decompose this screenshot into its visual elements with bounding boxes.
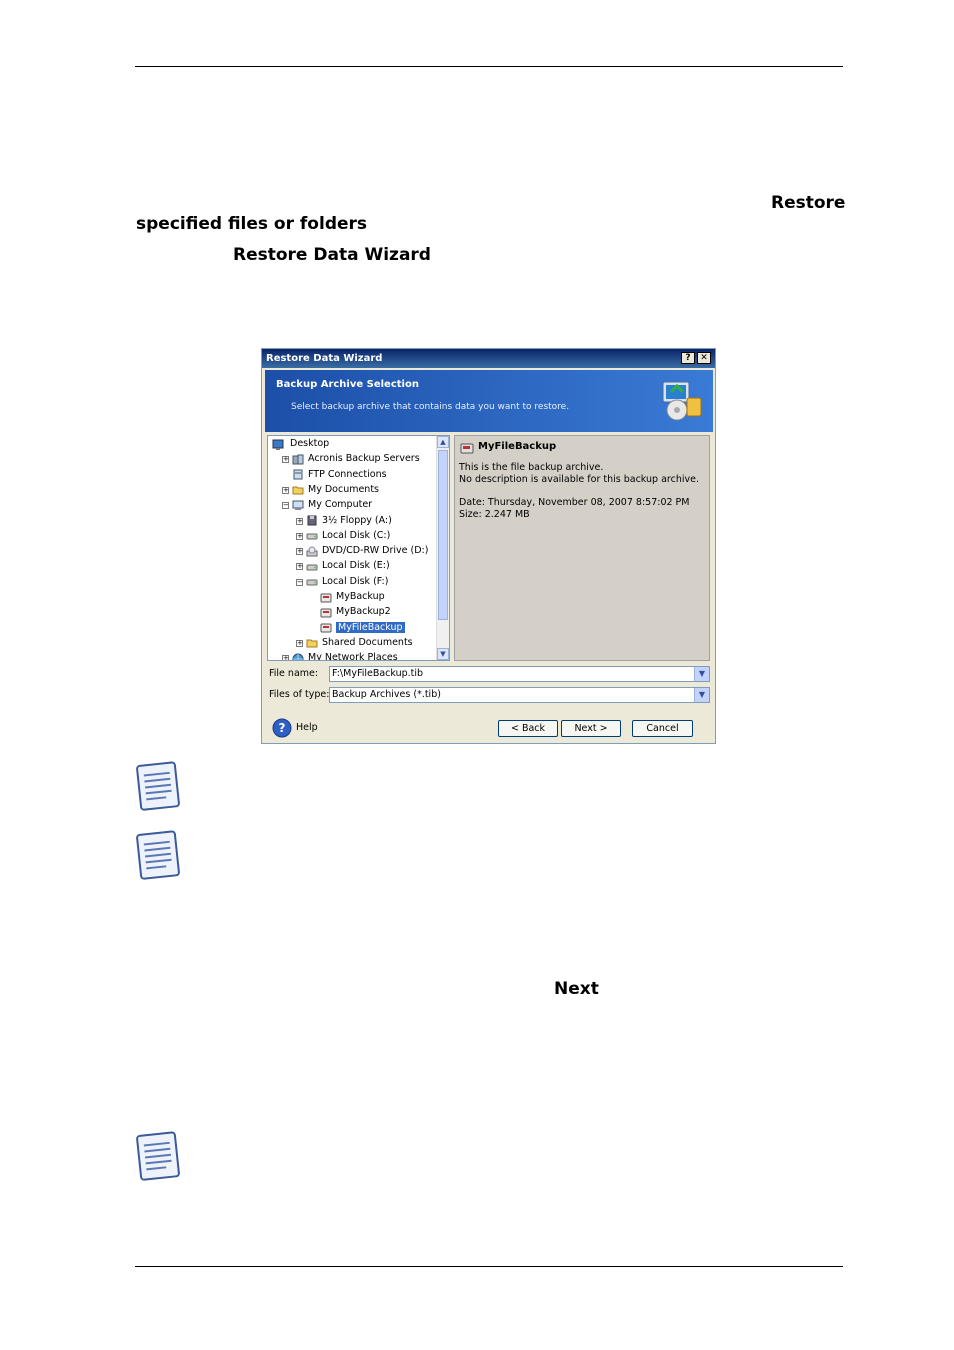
tree-expander-icon[interactable]: + bbox=[296, 563, 303, 571]
wizard-computer-icon bbox=[662, 381, 702, 421]
tree-item-label: My Computer bbox=[308, 499, 373, 511]
tree-item-label: Acronis Backup Servers bbox=[308, 453, 420, 465]
tree-item[interactable]: MyBackup bbox=[336, 590, 385, 604]
note-icon bbox=[136, 830, 180, 880]
folder-icon bbox=[306, 639, 318, 648]
file-name-dropdown-icon[interactable]: ▼ bbox=[694, 667, 709, 681]
tree-item[interactable]: Acronis Backup Servers bbox=[308, 452, 420, 466]
archive-icon bbox=[320, 623, 332, 633]
tree-item-label: FTP Connections bbox=[308, 468, 387, 480]
disk-icon bbox=[306, 579, 318, 586]
archive-desc-line2: No description is available for this bac… bbox=[459, 474, 699, 485]
help-icon: ? bbox=[272, 718, 292, 738]
tree-item-label: MyBackup bbox=[336, 591, 385, 602]
tree-item[interactable]: Local Disk (C:) bbox=[322, 529, 390, 543]
cancel-button[interactable]: Cancel bbox=[632, 720, 693, 737]
tree-scrollbar[interactable]: ▲ ▼ bbox=[436, 436, 449, 660]
tree-item-label: MyBackup2 bbox=[336, 606, 391, 618]
tree-item[interactable]: Local Disk (F:) bbox=[322, 575, 388, 589]
tree-item-label: Local Disk (E:) bbox=[322, 560, 390, 572]
scroll-up-icon[interactable]: ▲ bbox=[437, 436, 449, 448]
help-title-button[interactable]: ? bbox=[681, 352, 695, 364]
tree-expander-icon[interactable]: + bbox=[282, 486, 289, 494]
tree-expander-icon[interactable]: + bbox=[296, 639, 303, 647]
tree-item[interactable]: My Documents bbox=[308, 483, 379, 497]
restore-data-wizard-dialog: Restore Data Wizard ? ✕ Backup Archive S… bbox=[261, 348, 716, 744]
header-subtitle: Select backup archive that contains data… bbox=[291, 402, 570, 412]
bottom-rule bbox=[135, 1266, 843, 1267]
tree-expander-icon[interactable]: + bbox=[282, 655, 289, 660]
top-rule bbox=[135, 66, 843, 67]
folder-tree[interactable]: ▲ ▼ Desktop + Acronis Backup Servers FTP Co… bbox=[267, 435, 450, 661]
scroll-thumb[interactable] bbox=[438, 450, 448, 620]
file-name-field[interactable]: F:\MyFileBackup.tib ▼ bbox=[329, 666, 710, 682]
tree-item[interactable]: 3½ Floppy (A:) bbox=[322, 514, 392, 528]
header-title: Backup Archive Selection bbox=[276, 379, 419, 390]
tree-item[interactable]: DVD/CD-RW Drive (D:) bbox=[322, 544, 428, 558]
tree-item-label: MyFileBackup bbox=[336, 621, 405, 633]
tree-item[interactable]: My Computer bbox=[308, 498, 372, 512]
tree-expander-icon[interactable]: + bbox=[296, 517, 303, 525]
floppy-icon bbox=[307, 515, 317, 526]
archive-icon bbox=[460, 443, 474, 454]
tree-expander-icon[interactable]: + bbox=[296, 548, 303, 556]
note-icon bbox=[136, 1131, 180, 1181]
disk-icon bbox=[306, 533, 318, 540]
tree-expander-icon[interactable]: + bbox=[296, 532, 303, 540]
ftp-icon bbox=[293, 469, 303, 480]
tree-item[interactable]: MyFileBackup bbox=[336, 621, 405, 635]
wizard-header: Backup Archive Selection Select backup a… bbox=[265, 370, 713, 432]
disk-icon bbox=[306, 564, 318, 571]
archive-icon bbox=[320, 593, 332, 602]
archive-date: Date: Thursday, November 08, 2007 8:57:0… bbox=[459, 497, 690, 508]
file-name-value: F:\MyFileBackup.tib bbox=[332, 668, 424, 679]
text-restore: Restore bbox=[771, 193, 846, 213]
svg-text:?: ? bbox=[279, 721, 286, 735]
tree-item-label: My Documents bbox=[308, 483, 380, 495]
file-type-select[interactable]: Backup Archives (*.tib) ▼ bbox=[329, 687, 710, 703]
tree-item[interactable]: Local Disk (E:) bbox=[322, 559, 390, 573]
file-type-dropdown-icon[interactable]: ▼ bbox=[694, 688, 709, 702]
tree-expander-icon[interactable]: − bbox=[282, 502, 289, 510]
tree-item-label: My Network Places bbox=[308, 652, 398, 661]
help-label: Help bbox=[296, 722, 318, 733]
servers-icon bbox=[292, 454, 304, 465]
next-button[interactable]: Next > bbox=[561, 720, 621, 737]
file-type-label: Files of type: bbox=[269, 689, 330, 700]
archive-desc-line1: This is the file backup archive. bbox=[459, 462, 604, 473]
network-icon bbox=[292, 653, 304, 660]
archive-icon bbox=[320, 608, 332, 618]
file-type-value: Backup Archives (*.tib) bbox=[332, 689, 441, 700]
tree-item[interactable]: Shared Documents bbox=[322, 636, 413, 650]
tree-item-label: Local Disk (F:) bbox=[322, 575, 389, 587]
archive-size: Size: 2.247 MB bbox=[459, 509, 530, 520]
text-restore-data-wizard: Restore Data Wizard bbox=[233, 245, 431, 265]
archive-name: MyFileBackup bbox=[478, 441, 557, 452]
note-icon bbox=[136, 761, 180, 811]
tree-item-label: Local Disk (C:) bbox=[322, 529, 391, 541]
text-specified-files: specified files or folders bbox=[136, 214, 368, 234]
cdrom-icon bbox=[306, 546, 318, 557]
tree-item-label: Desktop bbox=[290, 438, 330, 449]
text-next: Next bbox=[554, 979, 599, 999]
close-title-button[interactable]: ✕ bbox=[697, 352, 711, 364]
back-button[interactable]: < Back bbox=[498, 720, 558, 737]
tree-item[interactable]: FTP Connections bbox=[308, 468, 387, 482]
folder-icon bbox=[292, 486, 304, 495]
dialog-titlebar: Restore Data Wizard ? ✕ bbox=[262, 349, 715, 368]
tree-expander-icon[interactable]: + bbox=[282, 456, 289, 464]
dialog-title: Restore Data Wizard bbox=[266, 353, 383, 364]
tree-item[interactable]: Desktop bbox=[290, 437, 329, 451]
desktop-icon bbox=[272, 439, 284, 450]
tree-item[interactable]: My Network Places bbox=[308, 651, 398, 661]
computer-icon bbox=[292, 500, 304, 510]
scroll-down-icon[interactable]: ▼ bbox=[437, 648, 449, 660]
archive-info-panel: MyFileBackup This is the file backup arc… bbox=[454, 435, 710, 661]
tree-item-label: DVD/CD-RW Drive (D:) bbox=[322, 545, 429, 557]
tree-item-label: Shared Documents bbox=[322, 636, 413, 648]
tree-expander-icon[interactable]: − bbox=[296, 578, 303, 586]
file-name-label: File name: bbox=[269, 668, 319, 679]
tree-item-label: 3½ Floppy (A:) bbox=[322, 514, 392, 526]
tree-item[interactable]: MyBackup2 bbox=[336, 605, 391, 619]
